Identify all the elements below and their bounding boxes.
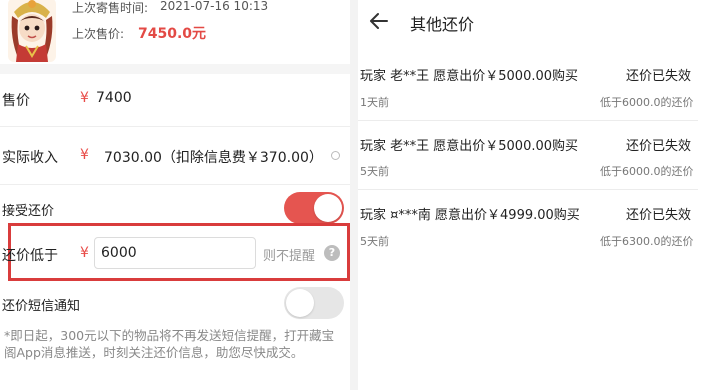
panel-divider [350, 0, 358, 390]
price-label: 售价 [2, 93, 30, 109]
sell-settings-panel: 上次寄售时间: 2021-07-16 10:13 上次售价: 7450.0元 售… [0, 0, 350, 390]
last-listing-label: 上次寄售时间: [72, 1, 149, 15]
sms-notify-label: 还价短信通知 [2, 299, 81, 314]
offer-status: 还价已失效 [626, 208, 692, 223]
offer-text: 玩家 老**王 愿意出价￥5000.00购买 [360, 69, 579, 84]
offer-time: 1天前 [360, 96, 389, 109]
price-currency: ¥ [80, 90, 89, 106]
income-value: 7030.00（扣除信息费￥370.00） [104, 150, 323, 166]
row-divider [0, 184, 350, 185]
offer-note: 低于6300.0的还价 [600, 235, 694, 248]
floor-currency: ¥ [80, 245, 89, 261]
page-title: 其他还价 [410, 15, 475, 34]
section-divider [0, 64, 350, 74]
floor-price-input[interactable] [94, 237, 256, 269]
offer-text: 玩家 老**王 愿意出价￥5000.00购买 [360, 139, 579, 154]
floor-label: 还价低于 [2, 248, 58, 264]
income-currency: ¥ [80, 147, 89, 163]
offer-time: 5天前 [360, 165, 389, 178]
toggle-knob [286, 289, 314, 317]
offer-status: 还价已失效 [626, 139, 692, 154]
character-avatar [6, 0, 58, 62]
sms-notify-toggle[interactable] [284, 287, 344, 319]
ignore-hint: 则不提醒 [263, 249, 316, 264]
price-value[interactable]: 7400 [96, 90, 132, 106]
offer-time: 5天前 [360, 235, 389, 248]
row-divider [0, 126, 350, 127]
arrow-left-icon[interactable] [368, 10, 390, 32]
offer-note: 低于6000.0的还价 [600, 96, 694, 109]
accept-offer-toggle[interactable] [284, 192, 344, 224]
other-offers-panel: 其他还价 玩家 老**王 愿意出价￥5000.00购买 还价已失效 1天前 低于… [358, 0, 702, 390]
last-price-value: 7450.0元 [138, 26, 207, 42]
row-divider [358, 189, 698, 190]
accept-offer-label: 接受还价 [2, 204, 55, 219]
last-price-label: 上次售价: [72, 27, 125, 41]
last-listing-time: 2021-07-16 10:13 [160, 0, 269, 13]
info-icon [331, 151, 340, 160]
row-divider [358, 120, 698, 121]
offer-note: 低于6000.0的还价 [600, 165, 694, 178]
toggle-knob [314, 194, 342, 222]
income-label: 实际收入 [2, 150, 58, 166]
sms-notice-text: *即日起，300元以下的物品将不再发送短信提醒，打开藏宝阁App消息推送，时刻关… [4, 328, 335, 360]
offer-text: 玩家 ¤***南 愿意出价￥4999.00购买 [360, 208, 580, 223]
question-circle-icon[interactable]: ? [324, 245, 340, 261]
offer-status: 还价已失效 [626, 69, 692, 84]
